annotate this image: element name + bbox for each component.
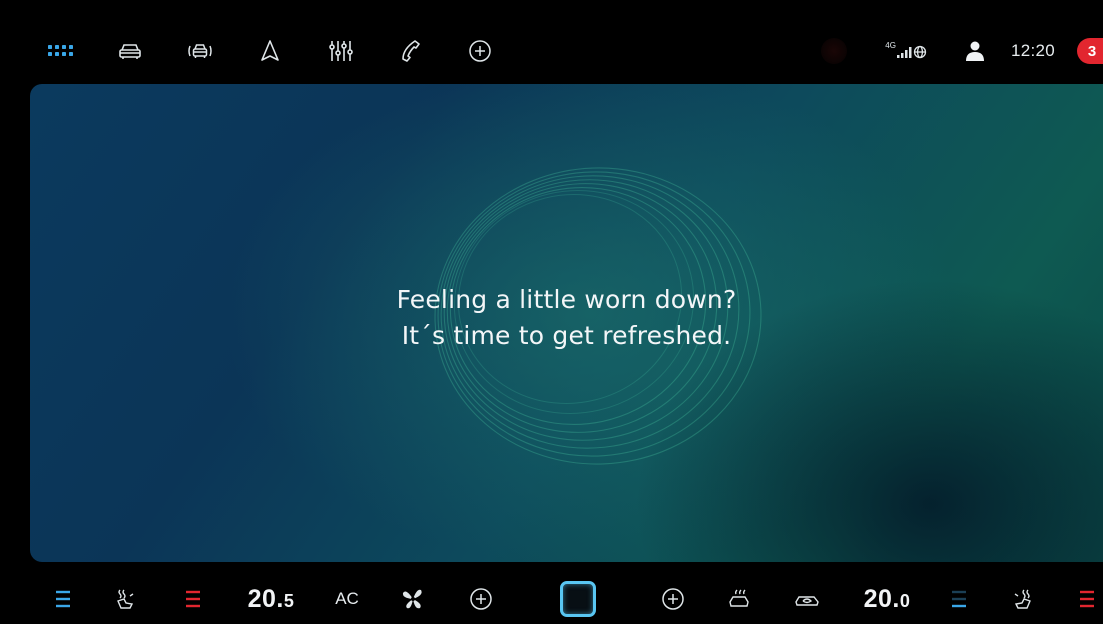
ac-label: AC xyxy=(335,589,359,608)
car-icon[interactable] xyxy=(112,33,148,69)
left-temp-decimal: 5 xyxy=(283,590,295,611)
ac-button[interactable]: AC xyxy=(332,574,362,624)
wellness-message: Feeling a little worn down? It´s time to… xyxy=(30,282,1103,354)
home-square-icon xyxy=(560,581,596,617)
air-recirculation-icon[interactable] xyxy=(790,574,824,624)
right-temp-decimal: 0 xyxy=(899,590,911,611)
right-seat-ventilation-icon[interactable] xyxy=(946,574,972,624)
windshield-defrost-icon[interactable] xyxy=(724,574,756,624)
network-type-label: 4G xyxy=(885,40,896,50)
message-line-2: It´s time to get refreshed. xyxy=(401,321,732,350)
message-line-1: Feeling a little worn down? xyxy=(396,285,737,314)
left-seat-ventilation-icon[interactable] xyxy=(50,574,76,624)
equalizer-icon[interactable] xyxy=(322,33,358,69)
right-add-icon[interactable] xyxy=(658,574,688,624)
right-seat-heat-icon[interactable] xyxy=(1008,574,1038,624)
fan-icon[interactable] xyxy=(398,574,428,624)
apps-grid-icon[interactable] xyxy=(42,33,78,69)
infotainment-screen: 4G 12:20 3 Feeling a little worn down? I… xyxy=(0,0,1103,624)
right-temperature[interactable]: 20.0 xyxy=(856,574,918,624)
notification-badge[interactable]: 3 xyxy=(1077,38,1103,64)
top-status-bar: 4G 12:20 3 xyxy=(30,22,1103,80)
left-temperature[interactable]: 20.5 xyxy=(240,574,302,624)
left-add-icon[interactable] xyxy=(466,574,496,624)
camera-indicator-icon xyxy=(821,38,848,64)
signal-indicator: 4G xyxy=(885,40,927,60)
main-content-panel: Feeling a little worn down? It´s time to… xyxy=(30,84,1103,562)
status-area: 4G 12:20 3 xyxy=(821,22,1103,80)
add-icon[interactable] xyxy=(462,33,498,69)
climate-bar: 20.5 AC 20.0 xyxy=(30,574,1103,624)
right-heat-level-icon[interactable] xyxy=(1074,574,1100,624)
navigation-icon[interactable] xyxy=(252,33,288,69)
driver-assist-icon[interactable] xyxy=(182,33,218,69)
clock: 12:20 xyxy=(1010,41,1055,60)
left-seat-heat-icon[interactable] xyxy=(110,574,140,624)
top-app-icons xyxy=(30,22,532,80)
signal-strength-icon xyxy=(896,45,927,59)
right-temp-integer: 20. xyxy=(863,584,900,613)
home-button[interactable] xyxy=(556,574,600,624)
user-profile-icon[interactable] xyxy=(963,39,987,63)
phone-icon[interactable] xyxy=(392,33,428,69)
left-heat-level-icon[interactable] xyxy=(180,574,206,624)
left-temp-integer: 20. xyxy=(247,584,284,613)
